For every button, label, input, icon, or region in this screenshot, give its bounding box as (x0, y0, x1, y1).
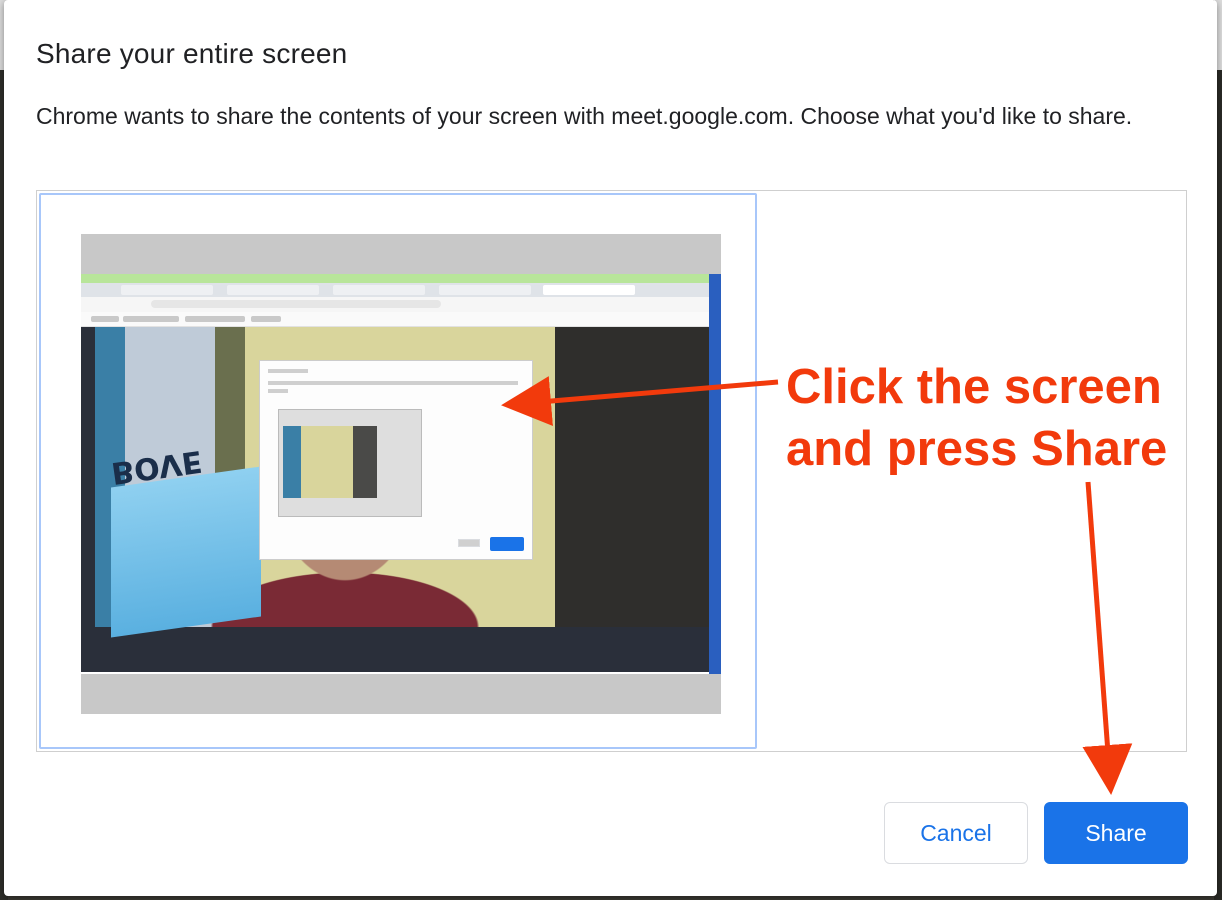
thumbnail-desktop: BOVE (81, 274, 709, 674)
entire-screen-source[interactable]: BOVE (39, 193, 757, 749)
screen-thumbnail[interactable]: BOVE (81, 234, 721, 714)
thumbnail-share-popup (259, 360, 533, 560)
dialog-title: Share your entire screen (36, 38, 348, 69)
cancel-button[interactable]: Cancel (884, 802, 1028, 864)
instruction-annotation: Click the screen and press Share (786, 356, 1167, 480)
annotation-line-1: Click the screen (786, 360, 1162, 414)
share-button[interactable]: Share (1044, 802, 1188, 864)
dialog-description: Chrome wants to share the contents of yo… (36, 103, 1133, 129)
annotation-line-2: and press Share (786, 422, 1168, 476)
